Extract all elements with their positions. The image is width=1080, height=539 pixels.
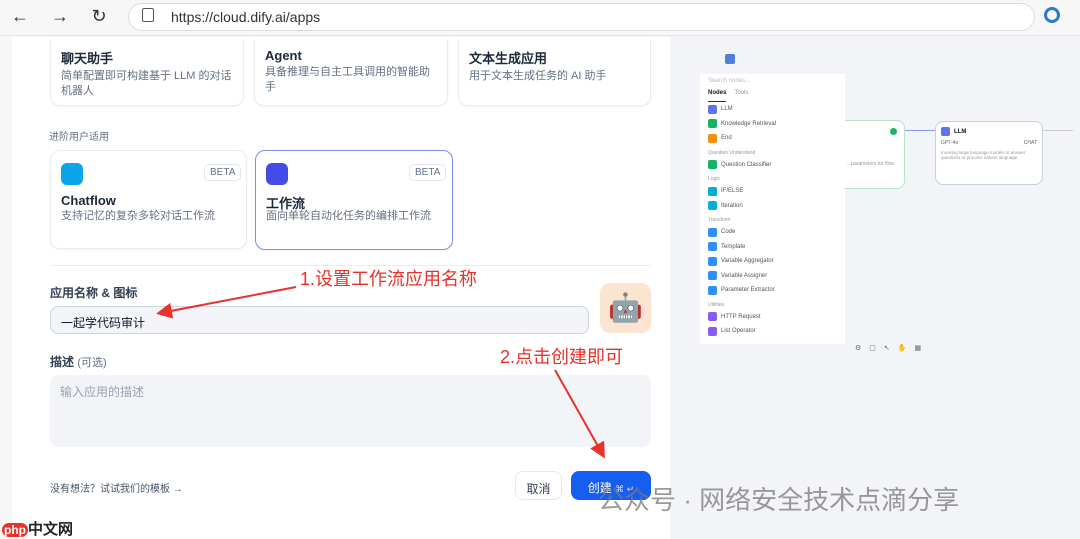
php-logo: php 中文网 <box>2 521 74 538</box>
arrow-to-create <box>554 369 605 459</box>
annotation-arrows <box>156 286 605 459</box>
arrow-to-name <box>156 286 297 319</box>
annotation-step1: 1.设置工作流应用名称 <box>300 269 478 289</box>
annotation-step2: 2.点击创建即可 <box>500 347 624 367</box>
watermark: 公众号 · 网络安全技术点滴分享 <box>598 485 960 515</box>
